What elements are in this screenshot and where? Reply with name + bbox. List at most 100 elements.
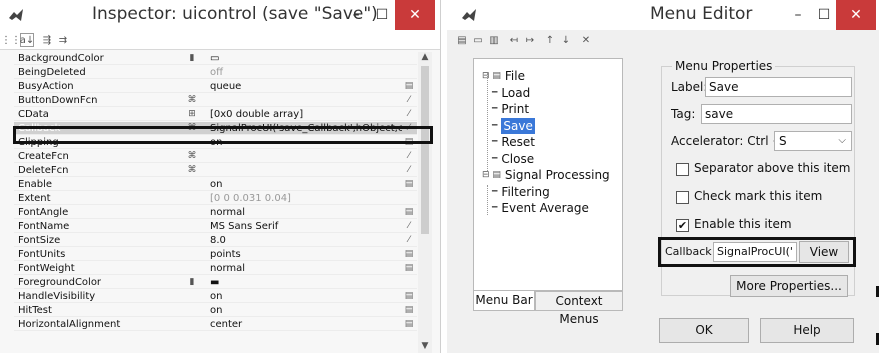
property-value[interactable]: [0x0 double array] (210, 108, 402, 121)
property-name: CData (18, 109, 49, 120)
label-field[interactable]: Save (705, 77, 852, 97)
property-row-cdata[interactable]: CData ⊞ [0x0 double array] ⁄ (14, 108, 417, 121)
maximize-button[interactable]: ☐ (371, 0, 393, 30)
property-value[interactable]: normal (210, 206, 402, 219)
property-row-enable[interactable]: Enable on ▤ (14, 178, 417, 191)
checkmark-checkbox[interactable] (676, 191, 689, 204)
new-menu-icon[interactable]: ▤ (455, 33, 469, 47)
edit-icon[interactable]: ⁄ (404, 94, 414, 107)
scrollbar[interactable]: ▲ ▼ (418, 52, 432, 353)
property-row-busyaction[interactable]: BusyAction queue ▤ (14, 80, 417, 93)
property-editor-icon[interactable]: ▮ (185, 52, 199, 65)
property-row-fontsize[interactable]: FontSize 8.0 ⁄ (14, 234, 417, 247)
property-row-fontweight[interactable]: FontWeight normal ▤ (14, 262, 417, 275)
tree-item-print[interactable]: ━ Print (492, 101, 529, 117)
property-editor-icon[interactable]: ⊞ (185, 108, 199, 121)
property-editor-icon[interactable]: ⌘ (185, 94, 199, 107)
sort-alpha-button[interactable]: a↓ (20, 33, 34, 47)
property-row-handlevisibility[interactable]: HandleVisibility on ▤ (14, 290, 417, 303)
property-editor-icon[interactable]: ⌘ (185, 150, 199, 163)
property-value[interactable]: off (210, 66, 402, 79)
edit-icon[interactable]: ⁄ (404, 234, 414, 247)
accelerator-select[interactable]: S ⌵ (774, 131, 852, 151)
tree-item-file[interactable]: ⊟ ▤ File (482, 68, 525, 84)
property-value[interactable]: queue (210, 80, 402, 93)
property-value[interactable]: 8.0 (210, 234, 402, 247)
edit-icon[interactable]: ▤ (404, 80, 414, 93)
property-value[interactable]: center (210, 318, 402, 331)
close-button[interactable]: ✕ (836, 0, 876, 30)
property-row-createfcn[interactable]: CreateFcn ⌘ ⁄ (14, 150, 417, 163)
property-value[interactable]: ▭ (210, 52, 402, 65)
property-value[interactable]: ▬ (210, 276, 402, 289)
property-value[interactable]: MS Sans Serif (210, 220, 402, 233)
edit-icon[interactable]: ▤ (404, 248, 414, 261)
collapse-all-button[interactable]: ⇉ (56, 33, 70, 47)
property-row-foregroundcolor[interactable]: ⊞ForegroundColor▮▬ (14, 276, 417, 289)
edit-icon[interactable]: ▤ (404, 304, 414, 317)
edit-icon[interactable]: ⁄ (404, 150, 414, 163)
tree-item-save[interactable]: ━ Save (492, 117, 535, 134)
tag-field[interactable]: save (701, 104, 852, 124)
property-value[interactable]: on (210, 304, 402, 317)
scroll-thumb[interactable] (421, 66, 429, 234)
property-value[interactable]: points (210, 248, 402, 261)
callback-highlight-box (13, 126, 433, 144)
property-row-fontunits[interactable]: FontUnits points ▤ (14, 248, 417, 261)
new-context-menu-icon[interactable]: ▥ (487, 33, 501, 47)
tree-item-reset[interactable]: ━ Reset (492, 134, 535, 150)
tree-item-close[interactable]: ━ Close (492, 151, 534, 167)
scroll-down-icon[interactable]: ▼ (418, 341, 432, 353)
delete-icon[interactable]: ✕ (579, 33, 593, 47)
close-button[interactable]: ✕ (395, 0, 435, 30)
property-value[interactable]: normal (210, 262, 402, 275)
sort-category-button[interactable]: ⋮⋮ (1, 33, 21, 47)
new-menu-item-icon[interactable]: ▭ (471, 33, 485, 47)
property-row-buttondownfcn[interactable]: ButtonDownFcn ⌘ ⁄ (14, 94, 417, 107)
edit-icon[interactable]: ▤ (404, 262, 414, 275)
property-row-beingdeleted[interactable]: BeingDeleted off (14, 66, 417, 79)
property-row-extent[interactable]: ⊞Extent[0 0 0.031 0.04] (14, 192, 417, 205)
tree-item-load[interactable]: ━ Load (492, 85, 530, 101)
scroll-up-icon[interactable]: ▲ (418, 52, 432, 64)
property-value[interactable]: [0 0 0.031 0.04] (210, 192, 402, 205)
enable-checkbox[interactable]: ✔ (676, 219, 689, 232)
edit-icon[interactable]: ▤ (404, 290, 414, 303)
outdent-icon[interactable]: ↤ (507, 33, 521, 47)
help-button[interactable]: Help (760, 318, 854, 343)
tree-item-event-average[interactable]: ━ Event Average (492, 200, 589, 216)
tab-context-menus[interactable]: Context Menus (535, 291, 623, 326)
property-value[interactable]: on (210, 290, 402, 303)
separator-checkbox[interactable] (676, 163, 689, 176)
indent-icon[interactable]: ↦ (523, 33, 537, 47)
property-row-backgroundcolor[interactable]: ⊞BackgroundColor▮▭ (14, 52, 417, 65)
property-grid: ⊞BackgroundColor▮▭BeingDeletedoffBusyAct… (14, 52, 429, 353)
move-down-icon[interactable]: ↓ (559, 33, 573, 47)
tree-item-signal-processing[interactable]: ⊟ ▤ Signal Processing (482, 167, 610, 183)
property-row-hittest[interactable]: HitTest on ▤ (14, 304, 417, 317)
more-properties-button[interactable]: More Properties... (730, 275, 848, 297)
property-row-horizontalalignment[interactable]: HorizontalAlignment center ▤ (14, 318, 417, 331)
maximize-button[interactable]: ☐ (813, 0, 835, 30)
minimize-button[interactable]: – (783, 0, 813, 30)
edit-icon[interactable]: ▤ (404, 178, 414, 191)
move-up-icon[interactable]: ↑ (543, 33, 557, 47)
property-editor-icon[interactable]: ⌘ (185, 164, 199, 177)
property-editor-icon[interactable]: ▮ (185, 276, 199, 289)
property-value[interactable]: on (210, 178, 402, 191)
edit-icon[interactable]: ⁄ (404, 220, 414, 233)
edit-icon[interactable]: ⁄ (404, 164, 414, 177)
edit-icon[interactable]: ▤ (404, 318, 414, 331)
expand-all-button[interactable]: ⇶ (40, 33, 54, 47)
property-row-fontname[interactable]: FontName MS Sans Serif ⁄ (14, 220, 417, 233)
tab-menu-bar[interactable]: Menu Bar (473, 291, 535, 311)
edit-icon[interactable]: ⁄ (404, 108, 414, 121)
edit-icon[interactable]: ▤ (404, 206, 414, 219)
property-name: HitTest (18, 305, 52, 316)
property-row-fontangle[interactable]: FontAngle normal ▤ (14, 206, 417, 219)
property-row-deletefcn[interactable]: DeleteFcn ⌘ ⁄ (14, 164, 417, 177)
minimize-button[interactable]: – (341, 0, 371, 30)
tree-item-filtering[interactable]: ━ Filtering (492, 184, 550, 200)
ok-button[interactable]: OK (659, 318, 749, 343)
property-name: FontWeight (18, 263, 75, 274)
